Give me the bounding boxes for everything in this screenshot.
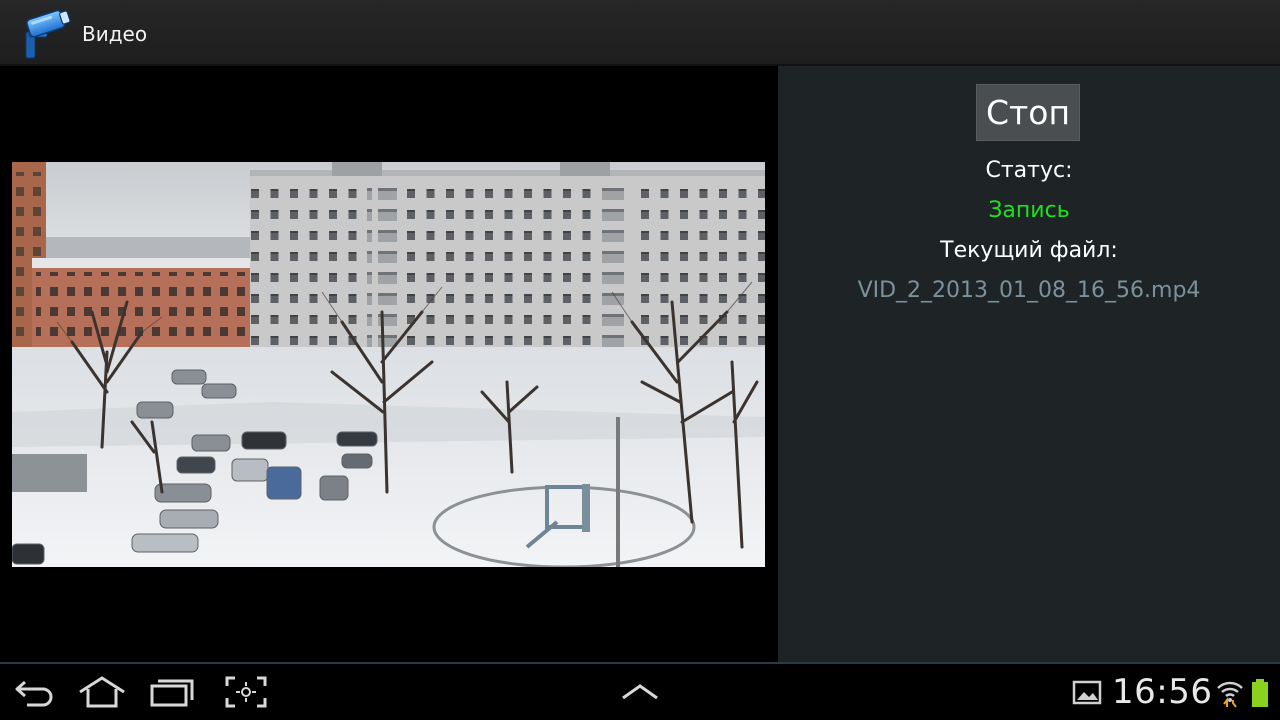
chevron-up-icon[interactable] [614, 672, 666, 712]
video-preview[interactable] [12, 162, 765, 567]
security-camera-icon[interactable] [18, 6, 74, 62]
status-bar-clock: 16:56 [1112, 672, 1213, 712]
status-value: Запись [988, 198, 1070, 223]
recent-apps-icon[interactable] [146, 672, 198, 712]
app-title: Видео [82, 22, 148, 46]
current-file-label: Текущий файл: [940, 238, 1118, 263]
stop-button[interactable]: Стоп [976, 84, 1080, 141]
recording-panel: Стоп Статус: Запись Текущий файл: VID_2_… [778, 66, 1280, 662]
back-icon[interactable] [8, 672, 60, 712]
navigation-bar: 16:56 [0, 662, 1280, 720]
video-panel [0, 66, 778, 662]
status-label: Статус: [985, 158, 1073, 183]
home-icon[interactable] [76, 672, 128, 712]
app-screen: Видео Стоп Статус: Запись Текущий файл: … [0, 0, 1280, 720]
screenshot-icon[interactable] [220, 672, 272, 712]
action-bar: Видео [0, 0, 1280, 66]
wifi-icon [1216, 678, 1244, 713]
gallery-notification-icon[interactable] [1072, 678, 1102, 711]
current-file-name: VID_2_2013_01_08_16_56.mp4 [857, 278, 1201, 303]
battery-icon [1250, 678, 1270, 713]
